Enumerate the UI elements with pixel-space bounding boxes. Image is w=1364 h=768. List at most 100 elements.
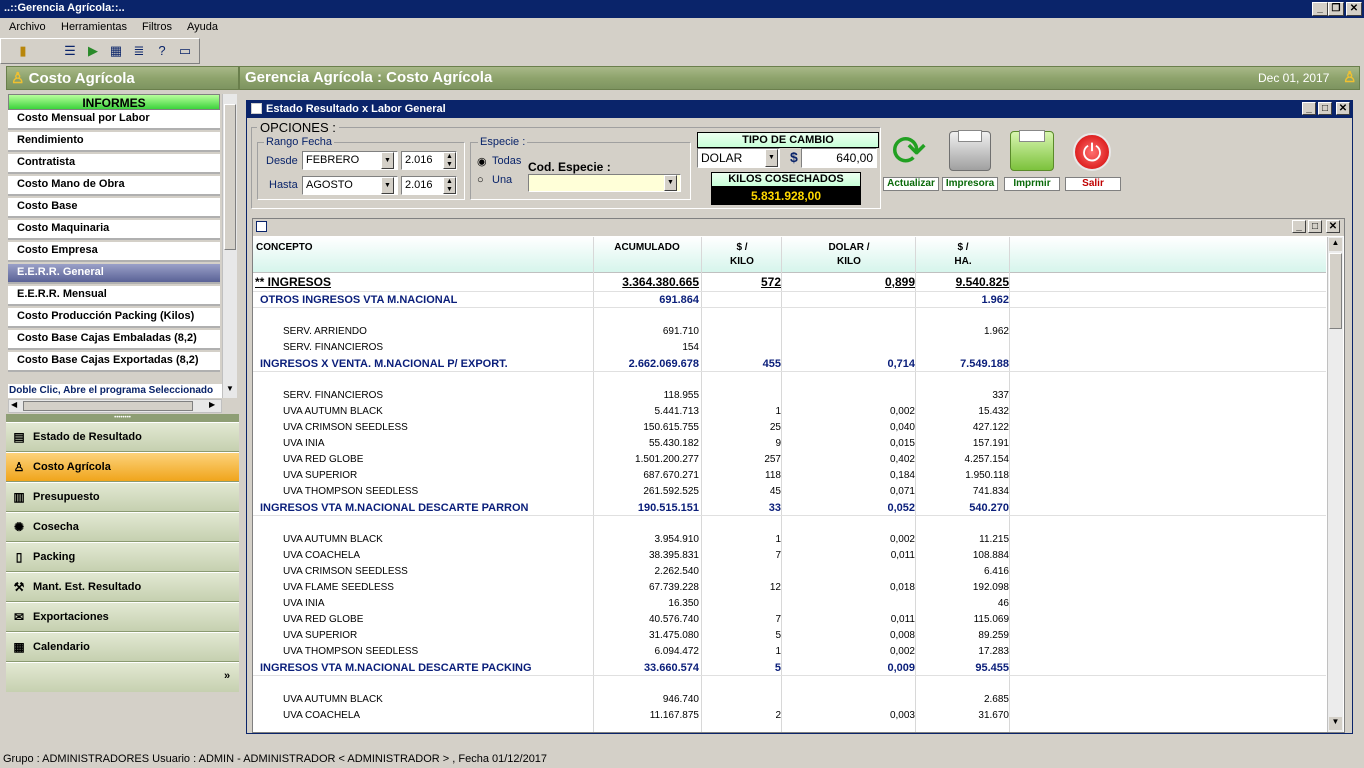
table-row[interactable]: ** INGRESOS 3.364.380.665 572 0,899 9.540.82… bbox=[253, 273, 1326, 292]
table-row[interactable]: OTROS INGRESOS VTA M.NACIONAL 691.864 1.96… bbox=[253, 292, 1326, 308]
table-row[interactable]: UVA CRIMSON SEEDLESS 2.262.540 6.416 bbox=[253, 564, 1326, 580]
salir-button[interactable]: Salir bbox=[1065, 177, 1121, 191]
chevron-down-icon[interactable]: ▼ bbox=[381, 152, 394, 169]
report-item[interactable]: Costo Mano de Obra bbox=[8, 176, 220, 196]
col-acumulado[interactable]: ACUMULADO bbox=[595, 241, 699, 255]
table-row[interactable]: UVA COACHELA 11.167.875 2 0,003 31.670 bbox=[253, 708, 1326, 724]
report-item[interactable]: Costo Base Cajas Embaladas (8,2) bbox=[8, 330, 220, 350]
chevron-down-icon[interactable]: ▼ bbox=[381, 177, 394, 194]
help-icon[interactable]: ? bbox=[154, 43, 170, 59]
hscroll-thumb[interactable] bbox=[23, 401, 193, 411]
table-row[interactable]: INGRESOS VTA M.NACIONAL DESCARTE PACKING… bbox=[253, 660, 1326, 676]
col-pesos-ha[interactable]: $ / HA. bbox=[917, 241, 1009, 269]
nav-mant-est-resultado[interactable]: ⚒ Mant. Est. Resultado bbox=[6, 572, 239, 602]
minimize-icon[interactable]: _ bbox=[1302, 102, 1316, 115]
report-list-scrollbar[interactable]: ▼ bbox=[222, 94, 237, 398]
close-icon[interactable]: ✕ bbox=[1326, 220, 1340, 233]
scroll-up-icon[interactable]: ▲ bbox=[1329, 238, 1342, 251]
table-row[interactable]: INGRESOS VTA M.NACIONAL DESCARTE PARRON 1… bbox=[253, 500, 1326, 516]
nav-estado-de-resultado[interactable]: ▤ Estado de Resultado bbox=[6, 422, 239, 452]
report-item[interactable]: E.E.R.R. Mensual bbox=[8, 286, 220, 306]
maximize-icon[interactable]: □ bbox=[1308, 220, 1322, 233]
report-item[interactable]: E.E.R.R. General bbox=[8, 264, 220, 284]
cod-especie-select[interactable] bbox=[528, 174, 681, 192]
grid-scrollbar[interactable]: ▲ ▼ bbox=[1327, 237, 1343, 732]
minimize-icon[interactable]: _ bbox=[1312, 2, 1328, 16]
restore-icon[interactable]: ❐ bbox=[1328, 2, 1344, 16]
imprimir-button[interactable]: Imprmir bbox=[1004, 177, 1060, 191]
table-row[interactable]: UVA THOMPSON SEEDLESS 261.592.525 45 0,071 7… bbox=[253, 484, 1326, 500]
refresh-icon[interactable]: ⟳ bbox=[887, 129, 931, 173]
scroll-down-icon[interactable]: ▼ bbox=[1329, 717, 1342, 730]
nav-calendario[interactable]: ▦ Calendario bbox=[6, 632, 239, 662]
report-item[interactable]: Costo Base bbox=[8, 198, 220, 218]
report-item[interactable]: Costo Mensual por Labor bbox=[8, 110, 220, 130]
table-row[interactable]: UVA INIA 16.350 46 bbox=[253, 596, 1326, 612]
horizontal-scrollbar[interactable]: ◀ ▶ bbox=[8, 399, 222, 413]
report-item[interactable]: Costo Base Cajas Exportadas (8,2) bbox=[8, 352, 220, 372]
table-row[interactable]: INGRESOS X VENTA. M.NACIONAL P/ EXPORT. 2… bbox=[253, 356, 1326, 372]
maximize-icon[interactable]: □ bbox=[1318, 102, 1332, 115]
impresora-button[interactable]: Impresora bbox=[942, 177, 998, 191]
scroll-thumb[interactable] bbox=[224, 104, 236, 250]
scroll-right-icon[interactable]: ▶ bbox=[209, 400, 215, 409]
chevron-down-icon[interactable]: ▼ bbox=[765, 149, 778, 167]
actualizar-button[interactable]: Actualizar bbox=[883, 177, 939, 191]
col-pesos-kilo[interactable]: $ / KILO bbox=[703, 241, 781, 269]
exit-door-icon[interactable]: ▮ bbox=[15, 43, 31, 59]
table-row[interactable]: UVA AUTUMN BLACK 946.740 2.685 bbox=[253, 692, 1326, 708]
table-row[interactable]: UVA CRIMSON SEEDLESS 150.615.755 25 0,040 42… bbox=[253, 420, 1326, 436]
table-row[interactable]: UVA AUTUMN BLACK 5.441.713 1 0,002 15.432 bbox=[253, 404, 1326, 420]
table-row[interactable]: UVA THOMPSON SEEDLESS 6.094.472 1 0,002 17.2… bbox=[253, 644, 1326, 660]
table-row[interactable]: UVA COACHELA 38.395.831 7 0,011 108.884 bbox=[253, 548, 1326, 564]
table-row[interactable]: UVA INIA 55.430.182 9 0,015 157.191 bbox=[253, 436, 1326, 452]
table-row[interactable]: SERV. FINANCIEROS 154 bbox=[253, 340, 1326, 356]
menu-ayuda[interactable]: Ayuda bbox=[187, 21, 218, 33]
power-icon[interactable]: ⏻ bbox=[1073, 133, 1111, 171]
table-row[interactable] bbox=[253, 516, 1326, 532]
settings-icon[interactable]: ≣ bbox=[131, 43, 147, 59]
green-printer-icon[interactable] bbox=[1010, 130, 1054, 171]
col-concepto[interactable]: CONCEPTO bbox=[256, 241, 313, 255]
minimize-icon[interactable]: _ bbox=[1292, 220, 1306, 233]
exchange-rate-input[interactable]: 640,00 bbox=[801, 148, 877, 168]
table-row[interactable]: UVA SUPERIOR 31.475.080 5 0,008 89.259 bbox=[253, 628, 1326, 644]
table-row[interactable] bbox=[253, 308, 1326, 324]
nav-exportaciones[interactable]: ✉ Exportaciones bbox=[6, 602, 239, 632]
table-row[interactable]: UVA SUPERIOR 687.670.271 118 0,184 1.950.118 bbox=[253, 468, 1326, 484]
radio-todas[interactable]: ◉ bbox=[477, 155, 487, 168]
menu-archivo[interactable]: Archivo bbox=[9, 21, 46, 33]
col-dolar-kilo[interactable]: DOLAR / KILO bbox=[783, 241, 915, 269]
scroll-down-icon[interactable]: ▼ bbox=[224, 384, 236, 396]
chevron-down-icon[interactable]: ▼ bbox=[664, 175, 677, 191]
report-item[interactable]: Rendimiento bbox=[8, 132, 220, 152]
nav-costo-agr-cola[interactable]: ♙ Costo Agrícola bbox=[6, 452, 239, 482]
table-row[interactable]: UVA RED GLOBE 40.576.740 7 0,011 115.069 bbox=[253, 612, 1326, 628]
close-icon[interactable]: ✕ bbox=[1346, 2, 1362, 16]
scroll-thumb[interactable] bbox=[1329, 253, 1342, 329]
table-row[interactable]: UVA RED GLOBE 1.501.200.277 257 0,402 4.257.… bbox=[253, 452, 1326, 468]
table-row[interactable] bbox=[253, 676, 1326, 692]
scroll-left-icon[interactable]: ◀ bbox=[11, 400, 17, 409]
nav-packing[interactable]: ▯ Packing bbox=[6, 542, 239, 572]
radio-una[interactable]: ○ bbox=[477, 174, 484, 186]
list-icon[interactable]: ☰ bbox=[62, 43, 78, 59]
report-item[interactable]: Contratista bbox=[8, 154, 220, 174]
menu-herramientas[interactable]: Herramientas bbox=[61, 21, 127, 33]
grid-icon[interactable]: ▦ bbox=[108, 43, 124, 59]
table-row[interactable] bbox=[253, 372, 1326, 388]
table-row[interactable]: UVA FLAME SEEDLESS 67.739.228 12 0,018 192.0… bbox=[253, 580, 1326, 596]
printer-icon[interactable] bbox=[949, 130, 991, 171]
play-icon[interactable]: ▶ bbox=[85, 43, 101, 59]
nav-cosecha[interactable]: ✺ Cosecha bbox=[6, 512, 239, 542]
year-spinner-icon[interactable]: ▲ ▼ bbox=[443, 152, 456, 169]
expand-chevron-icon[interactable]: » bbox=[224, 670, 230, 682]
table-row[interactable]: SERV. ARRIENDO 691.710 1.962 bbox=[253, 324, 1326, 340]
menu-filtros[interactable]: Filtros bbox=[142, 21, 172, 33]
report-item[interactable]: Costo Producción Packing (Kilos) bbox=[8, 308, 220, 328]
window-icon[interactable]: ▭ bbox=[177, 43, 193, 59]
table-row[interactable]: UVA AUTUMN BLACK 3.954.910 1 0,002 11.215 bbox=[253, 532, 1326, 548]
year-spinner-icon[interactable]: ▲ ▼ bbox=[443, 177, 456, 194]
splitter-handle[interactable]: •••••••• bbox=[6, 414, 239, 422]
table-row[interactable]: SERV. FINANCIEROS 118.955 337 bbox=[253, 388, 1326, 404]
